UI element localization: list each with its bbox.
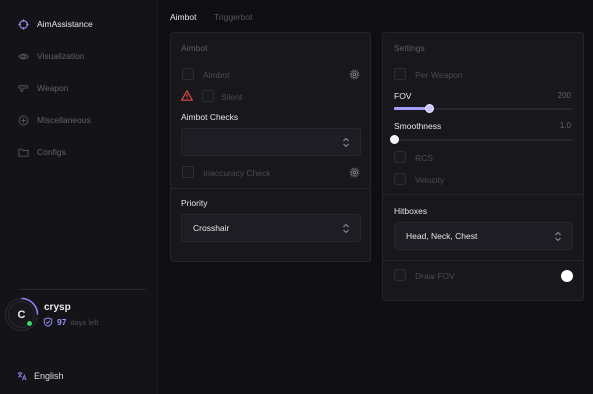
sidebar-item-label: Configs	[37, 147, 66, 157]
silent-label: Silent	[221, 92, 243, 102]
panel-divider	[383, 260, 583, 261]
smoothness-slider-track[interactable]	[394, 139, 573, 141]
sidebar-item-label: Visualization	[37, 51, 85, 61]
panel-divider	[383, 194, 583, 195]
draw-fov-checkbox[interactable]	[394, 269, 406, 281]
fov-value: 200	[557, 91, 571, 100]
chevron-up-down-icon	[343, 223, 349, 234]
hitboxes-title: Hitboxes	[394, 206, 428, 216]
eye-icon	[18, 51, 29, 62]
profile-divider	[18, 289, 146, 290]
draw-fov-color-swatch[interactable]	[561, 270, 573, 282]
aimbot-panel: Aimbot Aimbot Silent Aimbot Checks Inacc…	[170, 32, 371, 262]
folder-icon	[18, 147, 29, 158]
chevron-up-down-icon	[343, 137, 349, 148]
days-label: days left	[70, 317, 99, 327]
sidebar-item-label: AimAssistance	[37, 19, 93, 29]
smoothness-label: Smoothness	[394, 121, 442, 131]
aimbot-checks-select[interactable]	[181, 128, 361, 156]
subscription-days: 97 days left	[43, 317, 98, 327]
fov-slider-knob[interactable]	[425, 104, 435, 113]
tab-triggerbot[interactable]: Triggerbot	[214, 12, 252, 22]
tab-aimbot[interactable]: Aimbot	[170, 12, 196, 22]
gear-icon[interactable]	[349, 167, 360, 178]
panel-divider	[171, 188, 370, 189]
per-weapon-label: Per-Weapon	[415, 70, 463, 80]
inaccuracy-check-checkbox[interactable]	[182, 166, 194, 178]
priority-select[interactable]: Crosshair	[181, 214, 361, 242]
velocity-label: Velocity	[415, 175, 445, 185]
aimbot-panel-title: Aimbot	[181, 43, 208, 53]
avatar-letter: C	[17, 308, 26, 321]
aimbot-checkbox[interactable]	[182, 68, 194, 80]
language-label: English	[34, 371, 64, 381]
sidebar-item-weapon[interactable]: Weapon	[18, 80, 69, 96]
gun-icon	[18, 83, 29, 94]
fov-label: FOV	[394, 91, 412, 101]
draw-fov-label: Draw FOV	[415, 271, 455, 281]
priority-title: Priority	[181, 198, 208, 208]
hitboxes-value: Head, Neck, Chest	[406, 231, 478, 241]
aimbot-label: Aimbot	[203, 70, 230, 80]
chevron-up-down-icon	[555, 231, 561, 242]
plus-circle-icon	[18, 115, 29, 126]
sidebar-item-miscellaneous[interactable]: Miscellaneous	[18, 112, 91, 128]
online-status-dot	[26, 320, 33, 327]
translate-icon	[17, 371, 27, 381]
sidebar-item-label: Weapon	[37, 83, 69, 93]
inaccuracy-check-label: Inaccuracy Check	[203, 168, 271, 178]
shield-icon	[43, 317, 53, 327]
username: crysp	[44, 302, 71, 313]
sidebar-item-aimassistance[interactable]: AimAssistance	[18, 16, 93, 32]
settings-panel-title: Settings	[394, 43, 425, 53]
aimbot-checks-title: Aimbot Checks	[181, 112, 239, 122]
sidebar: AimAssistance Visualization Weapon Misce…	[0, 0, 158, 394]
sidebar-item-visualization[interactable]: Visualization	[18, 48, 85, 64]
crosshair-icon	[18, 18, 29, 30]
priority-value: Crosshair	[193, 223, 230, 233]
hitboxes-select[interactable]: Head, Neck, Chest	[394, 222, 573, 250]
per-weapon-checkbox[interactable]	[394, 68, 406, 80]
velocity-checkbox[interactable]	[394, 173, 406, 185]
silent-checkbox[interactable]	[202, 90, 214, 102]
language-selector[interactable]: English	[17, 371, 64, 381]
gear-icon[interactable]	[349, 69, 360, 80]
sidebar-item-label: Miscellaneous	[37, 115, 91, 125]
days-count: 97	[57, 317, 67, 327]
smoothness-value: 1.0	[559, 121, 571, 130]
settings-panel: Settings Per-Weapon FOV 200 Smoothness 1…	[382, 32, 584, 301]
rcs-label: RCS	[415, 153, 433, 163]
rcs-checkbox[interactable]	[394, 151, 406, 163]
sidebar-item-configs[interactable]: Configs	[18, 144, 66, 160]
warning-icon	[181, 90, 193, 101]
smoothness-slider-knob[interactable]	[389, 135, 399, 144]
